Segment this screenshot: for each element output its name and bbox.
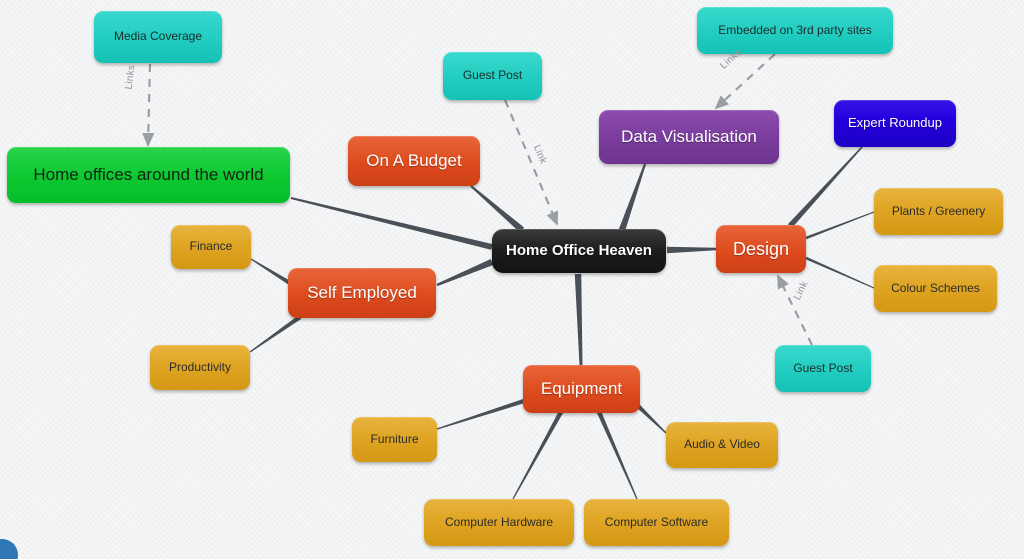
branch-connectors xyxy=(249,146,875,500)
mindmap-node-media[interactable]: Media Coverage xyxy=(94,11,222,63)
node-label: Home Office Heaven xyxy=(506,242,652,260)
node-label: Embedded on 3rd party sites xyxy=(718,22,872,37)
node-label: Plants / Greenery xyxy=(891,203,986,218)
node-label: Audio & Video xyxy=(684,437,760,452)
branch-connector xyxy=(436,397,528,430)
node-label: On A Budget xyxy=(366,151,462,171)
link-edge-label: Link xyxy=(792,279,811,302)
link-edge-label: Links xyxy=(123,64,138,91)
mindmap-node-selfemployed[interactable]: Self Employed xyxy=(288,268,436,318)
node-label: Finance xyxy=(189,239,233,254)
node-label: Productivity xyxy=(168,359,232,374)
mindmap-node-budget[interactable]: On A Budget xyxy=(348,136,480,186)
node-label: Expert Roundup xyxy=(848,115,942,131)
link-connector xyxy=(142,63,155,147)
mindmap-node-hardware[interactable]: Computer Hardware xyxy=(424,499,574,546)
mindmap-node-software[interactable]: Computer Software xyxy=(584,499,729,546)
mindmap-node-design[interactable]: Design xyxy=(716,225,806,273)
node-label: Home offices around the world xyxy=(33,165,264,185)
mindmap-node-homeoffices[interactable]: Home offices around the world xyxy=(7,147,290,203)
branch-connector xyxy=(805,211,875,240)
mindmap-node-guestpost-top[interactable]: Guest Post xyxy=(443,52,542,100)
node-label: Media Coverage xyxy=(113,29,203,44)
node-label: Equipment xyxy=(540,379,623,399)
mindmap-node-plants[interactable]: Plants / Greenery xyxy=(874,188,1003,235)
node-label: Computer Hardware xyxy=(444,514,554,529)
corner-dot-decoration xyxy=(0,539,18,559)
node-label: Self Employed xyxy=(307,283,417,303)
mindmap-node-finance[interactable]: Finance xyxy=(171,225,251,269)
branch-connector xyxy=(666,246,717,254)
node-label: Guest Post xyxy=(793,360,853,375)
node-label: Data Visualisation xyxy=(621,127,757,147)
branch-connector xyxy=(787,146,863,228)
branch-connector xyxy=(574,273,583,366)
node-label: Computer Software xyxy=(604,514,709,529)
branch-connector xyxy=(805,256,875,289)
link-connector xyxy=(503,99,559,226)
mindmap-node-equipment[interactable]: Equipment xyxy=(523,365,640,413)
node-label: Furniture xyxy=(370,431,419,446)
mindmap-node-furniture[interactable]: Furniture xyxy=(352,417,437,462)
branch-connector xyxy=(618,163,646,232)
branch-connector xyxy=(290,197,493,250)
mindmap-node-embedded[interactable]: Embedded on 3rd party sites xyxy=(697,7,893,54)
link-edge-label: Link xyxy=(530,143,549,166)
mindmap-node-dataviz[interactable]: Data Visualisation xyxy=(599,110,779,164)
mindmap-node-audiovideo[interactable]: Audio & Video xyxy=(666,422,778,468)
mindmap-node-expert[interactable]: Expert Roundup xyxy=(834,100,956,147)
branch-connector xyxy=(596,411,638,500)
node-label: Guest Post xyxy=(462,68,523,83)
mindmap-node-guestpost-des[interactable]: Guest Post xyxy=(775,345,871,392)
node-label: Colour Schemes xyxy=(891,280,980,295)
node-label: Design xyxy=(732,238,790,259)
branch-connector xyxy=(512,410,563,500)
branch-connector xyxy=(470,185,525,233)
mindmap-canvas[interactable]: Home Office Heaven Media Coverage Home off… xyxy=(0,0,1024,559)
mindmap-node-colours[interactable]: Colour Schemes xyxy=(874,265,997,312)
branch-connector xyxy=(249,315,302,353)
branch-connector xyxy=(436,259,494,287)
mindmap-node-root[interactable]: Home Office Heaven xyxy=(492,229,666,273)
mindmap-node-productivity[interactable]: Productivity xyxy=(150,345,250,390)
